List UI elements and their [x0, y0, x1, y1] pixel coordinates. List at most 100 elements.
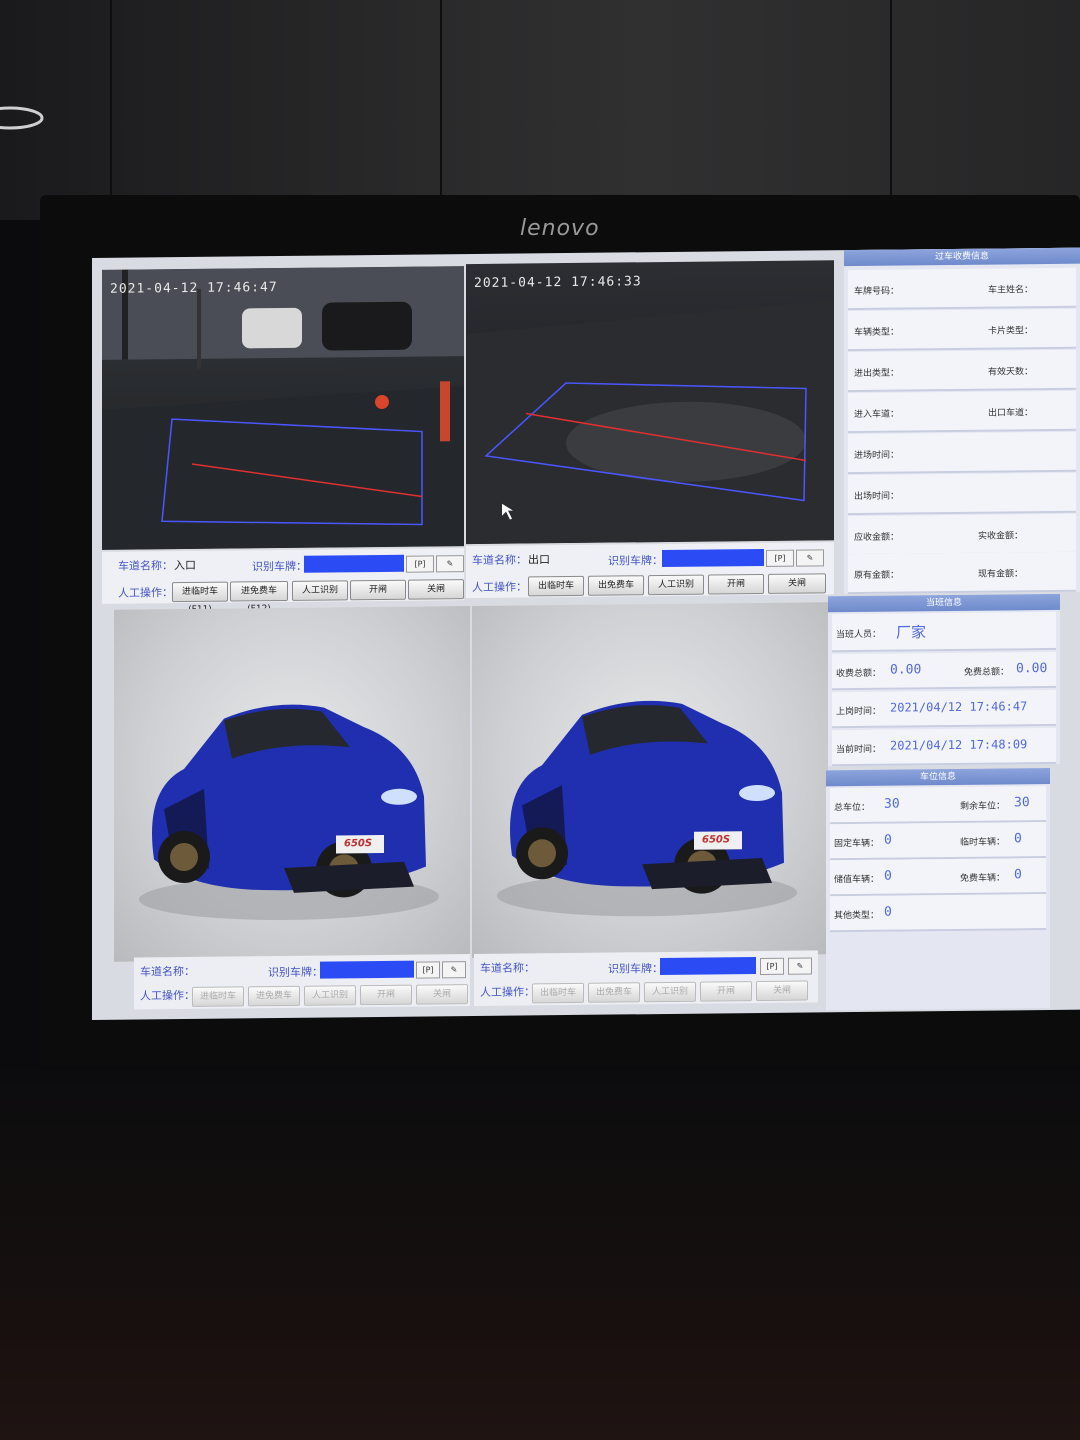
field-label: 出场时间：	[854, 491, 900, 503]
current-time-label: 当前时间：	[836, 744, 882, 756]
car-snapshot-exit: 650S	[472, 602, 828, 959]
field-label: 车牌号码：	[854, 286, 900, 298]
manual-ops-label: 人工操作：	[140, 988, 195, 1003]
field-label: 应收金额：	[854, 532, 900, 544]
wall-background	[0, 0, 1080, 220]
close-gate-button[interactable]: 关闸	[416, 984, 468, 1005]
open-gate-button[interactable]: 开闸	[700, 981, 752, 1002]
panel-header: 过车收费信息	[844, 247, 1080, 267]
field-label: 实收金额：	[978, 531, 1024, 542]
plate-image-button[interactable]: [P]	[406, 555, 434, 573]
field-label: 进场时间：	[854, 450, 900, 462]
login-time-row: 上岗时间： 2021/04/12 17:46:47	[832, 689, 1056, 729]
remaining-spaces-value: 30	[1014, 795, 1030, 811]
edit-plate-button[interactable]: ✎	[436, 555, 464, 573]
manual-recognize-button[interactable]: 人工识别	[292, 580, 348, 601]
open-gate-button[interactable]: 开闸	[350, 579, 406, 601]
plate-display	[304, 554, 404, 573]
lane-control-entrance: 车道名称： 入口 识别车牌： [P] ✎ 人工操作： 进临时车(F11) 进免费…	[102, 548, 464, 615]
enter-free-car-button[interactable]: 进免费车	[248, 985, 300, 1007]
field-label: 现有金额：	[978, 569, 1024, 580]
open-gate-button[interactable]: 开闸	[360, 984, 412, 1006]
manual-recognize-button[interactable]: 人工识别	[304, 985, 356, 1006]
current-time-row: 当前时间： 2021/04/12 17:48:09	[832, 727, 1056, 767]
plate-display	[320, 960, 414, 979]
exit-free-car-button[interactable]: 出免费车	[588, 575, 644, 596]
space-row: 总车位： 30 剩余车位： 30	[830, 786, 1046, 825]
enter-temp-car-button[interactable]: 进临时车(F11)	[172, 581, 228, 615]
lane-name-label: 车道名称：	[140, 964, 195, 979]
edit-plate-button[interactable]: ✎	[796, 549, 824, 567]
remaining-spaces-label: 剩余车位：	[960, 801, 1006, 812]
free-total-value: 0.00	[1016, 660, 1048, 677]
plate-label: 识别车牌：	[252, 559, 307, 574]
space-row: 储值车辆： 0 免费车辆： 0	[830, 858, 1046, 897]
stored-vehicles-value: 0	[884, 868, 892, 884]
car-illustration	[139, 704, 439, 920]
monitor-logo: lenovo	[520, 216, 600, 241]
wall-light-fixture	[0, 106, 44, 130]
exit-temp-car-button[interactable]: 出临时车	[528, 575, 584, 597]
field-label: 进入车道：	[854, 409, 900, 421]
manual-recognize-button[interactable]: 人工识别	[644, 981, 696, 1003]
enter-temp-car-button[interactable]: 进临时车	[192, 986, 244, 1007]
close-gate-button[interactable]: 关闸	[408, 579, 464, 600]
wall-panel-seam	[890, 0, 892, 200]
panel-header: 车位信息	[826, 767, 1050, 787]
plate-image-button[interactable]: [P]	[766, 549, 794, 567]
field-label: 原有金额：	[854, 570, 900, 582]
field-label: 出口车道：	[988, 408, 1034, 419]
info-row: 车牌号码： 车主姓名：	[848, 267, 1076, 311]
plate-image-button[interactable]: [P]	[760, 957, 784, 976]
parking-system-screen: 2021-04-12 17:46:47 2021-04-12 17:46:33 …	[92, 247, 1080, 1020]
close-gate-button[interactable]: 关闸	[756, 980, 808, 1002]
operator-value: 厂家	[896, 623, 927, 642]
free-vehicles-value: 0	[1014, 867, 1022, 883]
other-type-value: 0	[884, 904, 892, 920]
login-time-value: 2021/04/12 17:46:47	[890, 699, 1028, 715]
car-illustration	[497, 700, 797, 917]
total-spaces-value: 30	[884, 796, 900, 812]
enter-free-car-button[interactable]: 进免费车(F12)	[230, 580, 288, 614]
plate-label: 识别车牌：	[268, 965, 323, 980]
info-row: 进出类型： 有效天数：	[848, 349, 1076, 393]
camera-timestamp: 2021-04-12 17:46:33	[474, 274, 642, 291]
info-row: 应收金额： 实收金额：	[848, 513, 1076, 557]
close-gate-button[interactable]: 关闸	[768, 573, 826, 594]
plate-display	[660, 957, 756, 976]
exit-scene	[466, 300, 834, 545]
info-row: 原有金额： 现有金额：	[848, 551, 1076, 595]
edit-plate-button[interactable]: ✎	[442, 961, 466, 979]
exit-free-car-button[interactable]: 出免费车	[588, 982, 640, 1003]
lane-name-value: 入口	[174, 558, 196, 573]
field-label: 车主姓名：	[988, 285, 1034, 296]
desk-foreground	[0, 1070, 1080, 1440]
field-label: 有效天数：	[988, 367, 1034, 378]
fixed-vehicles-label: 固定车辆：	[834, 838, 880, 850]
space-row: 固定车辆： 0 临时车辆： 0	[830, 822, 1046, 861]
open-gate-button[interactable]: 开闸	[708, 573, 764, 595]
lane-control-3: 车道名称： 识别车牌： [P] ✎ 人工操作： 进临时车 进免费车 人工识别 开…	[134, 954, 470, 1010]
camera-feed-exit: 2021-04-12 17:46:33	[466, 260, 834, 545]
free-total-label: 免费总额：	[964, 667, 1010, 678]
wall-panel-seam	[110, 0, 112, 200]
fixed-vehicles-value: 0	[884, 832, 892, 848]
stored-vehicles-label: 储值车辆：	[834, 874, 880, 886]
field-label: 进出类型：	[854, 368, 900, 380]
edit-plate-button[interactable]: ✎	[788, 957, 812, 975]
plate-label: 识别车牌：	[608, 554, 663, 568]
lane-name-label: 车道名称：	[480, 961, 535, 975]
info-row: 进入车道： 出口车道：	[848, 390, 1076, 434]
login-time-label: 上岗时间：	[836, 706, 882, 718]
other-type-label: 其他类型：	[834, 910, 880, 922]
manual-recognize-button[interactable]: 人工识别	[648, 574, 704, 596]
operator-row: 当班人员： 厂家	[832, 611, 1056, 653]
current-time-value: 2021/04/12 17:48:09	[890, 737, 1028, 753]
field-label: 车辆类型：	[854, 327, 900, 339]
lane-control-4: 车道名称： 识别车牌： [P] ✎ 人工操作： 出临时车 出免费车 人工识别 开…	[474, 950, 818, 1006]
plate-image-button[interactable]: [P]	[416, 961, 440, 979]
charge-total-value: 0.00	[890, 662, 922, 678]
totals-row: 收费总额： 0.00 免费总额： 0.00	[832, 651, 1056, 691]
exit-temp-car-button[interactable]: 出临时车	[532, 982, 584, 1004]
info-row: 进场时间：	[848, 431, 1076, 475]
